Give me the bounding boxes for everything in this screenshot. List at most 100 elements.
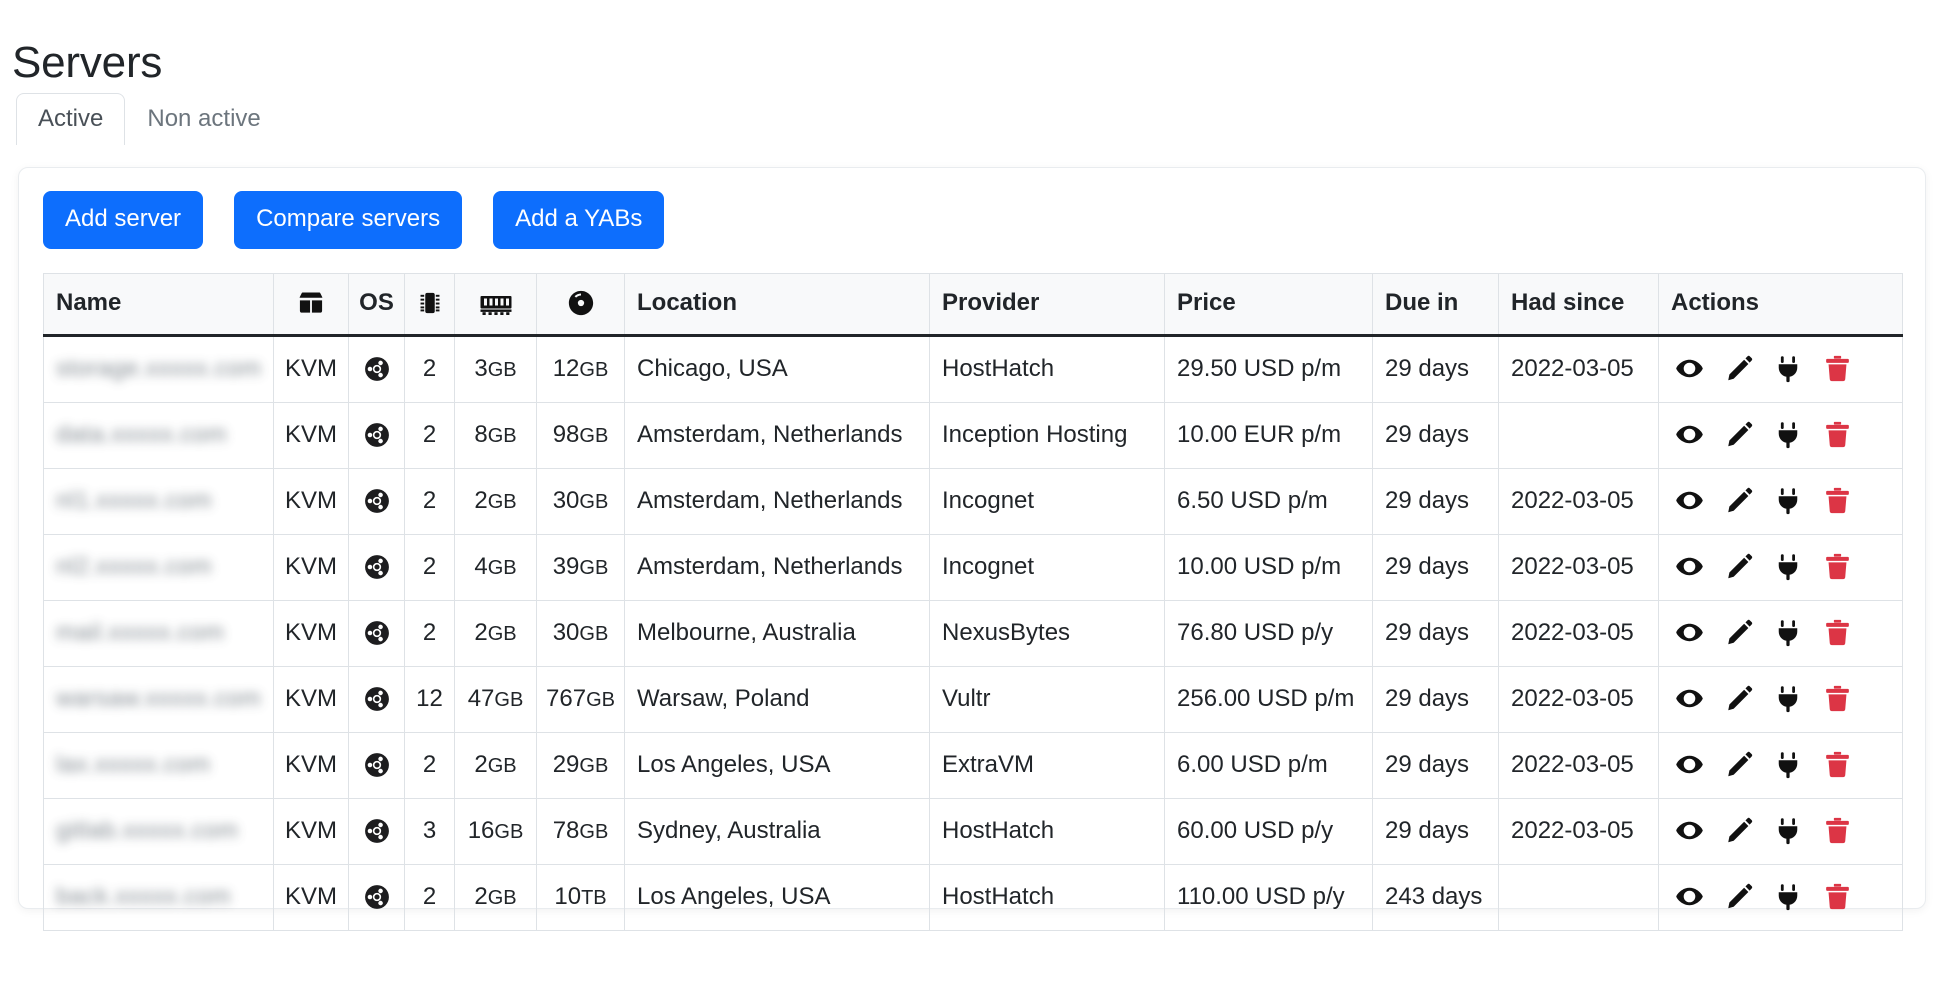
cell-location: Chicago, USA bbox=[624, 335, 930, 403]
column-header-cpu[interactable] bbox=[404, 273, 455, 337]
trash-icon[interactable] bbox=[1823, 882, 1852, 911]
column-header-ram[interactable] bbox=[454, 273, 537, 337]
eye-icon[interactable] bbox=[1675, 420, 1704, 449]
pencil-icon[interactable] bbox=[1726, 817, 1753, 844]
cell-os bbox=[348, 732, 405, 799]
column-header-had-since[interactable]: Had since bbox=[1498, 273, 1659, 337]
power-plug-icon[interactable] bbox=[1775, 355, 1801, 383]
eye-icon[interactable] bbox=[1675, 618, 1704, 647]
eye-icon[interactable] bbox=[1675, 816, 1704, 845]
cell-os bbox=[348, 468, 405, 535]
cpu-value: 2 bbox=[422, 750, 437, 778]
toolbar: Add server Compare servers Add a YABs bbox=[43, 191, 665, 249]
trash-icon[interactable] bbox=[1823, 354, 1852, 383]
disk-value: 98 bbox=[552, 420, 580, 448]
power-plug-icon[interactable] bbox=[1775, 883, 1801, 911]
column-header-name[interactable]: Name bbox=[43, 273, 274, 337]
column-header-os[interactable]: OS bbox=[348, 273, 405, 337]
trash-icon[interactable] bbox=[1823, 684, 1852, 713]
power-plug-icon[interactable] bbox=[1775, 553, 1801, 581]
tab-non-active[interactable]: Non active bbox=[125, 93, 282, 145]
provider-value: Inception Hosting bbox=[942, 420, 1128, 448]
power-plug-icon[interactable] bbox=[1775, 421, 1801, 449]
cell-price: 256.00 USD p/m bbox=[1164, 666, 1373, 733]
power-plug-icon[interactable] bbox=[1775, 685, 1801, 713]
power-plug-icon[interactable] bbox=[1775, 817, 1801, 845]
pencil-icon[interactable] bbox=[1726, 421, 1753, 448]
column-header-due-in-label: Due in bbox=[1385, 289, 1459, 316]
cpu-value: 2 bbox=[422, 552, 437, 580]
column-header-provider[interactable]: Provider bbox=[929, 273, 1165, 337]
tab-active[interactable]: Active bbox=[16, 93, 126, 145]
cell-cpu: 2 bbox=[404, 468, 455, 535]
cell-disk: 29GB bbox=[536, 732, 625, 799]
location-value: Chicago, USA bbox=[637, 354, 788, 382]
add-server-button[interactable]: Add server bbox=[43, 191, 204, 249]
due-in-value: 243 days bbox=[1385, 882, 1483, 910]
pencil-icon[interactable] bbox=[1726, 619, 1753, 646]
eye-icon[interactable] bbox=[1675, 354, 1704, 383]
eye-icon[interactable] bbox=[1675, 552, 1704, 581]
had-since-value: 2022-03-05 bbox=[1511, 486, 1634, 514]
tab-non-active-label: Non active bbox=[147, 105, 261, 132]
eye-icon[interactable] bbox=[1675, 684, 1704, 713]
power-plug-icon[interactable] bbox=[1775, 619, 1801, 647]
cell-actions bbox=[1658, 732, 1903, 799]
power-plug-icon[interactable] bbox=[1775, 487, 1801, 515]
column-header-location[interactable]: Location bbox=[624, 273, 930, 337]
eye-icon[interactable] bbox=[1675, 486, 1704, 515]
power-plug-icon[interactable] bbox=[1775, 751, 1801, 779]
cell-name: nl1.xxxxx.com bbox=[43, 468, 274, 535]
location-value: Los Angeles, USA bbox=[637, 882, 831, 910]
cell-due-in: 29 days bbox=[1372, 534, 1499, 601]
eye-icon[interactable] bbox=[1675, 882, 1704, 911]
had-since-value: 2022-03-05 bbox=[1511, 552, 1634, 580]
pencil-icon[interactable] bbox=[1726, 355, 1753, 382]
had-since-value: 2022-03-05 bbox=[1511, 816, 1634, 844]
cell-ram: 8GB bbox=[454, 402, 537, 469]
pencil-icon[interactable] bbox=[1726, 883, 1753, 910]
column-header-price[interactable]: Price bbox=[1164, 273, 1373, 337]
pencil-icon[interactable] bbox=[1726, 685, 1753, 712]
disk-value: 29 bbox=[552, 750, 580, 778]
pencil-icon[interactable] bbox=[1726, 487, 1753, 514]
column-header-due-in[interactable]: Due in bbox=[1372, 273, 1499, 337]
trash-icon[interactable] bbox=[1823, 486, 1852, 515]
pencil-icon[interactable] bbox=[1726, 553, 1753, 580]
cell-provider: HostHatch bbox=[929, 798, 1165, 865]
memory-icon bbox=[479, 291, 513, 317]
cell-had-since: 2022-03-05 bbox=[1498, 798, 1659, 865]
trash-icon[interactable] bbox=[1823, 552, 1852, 581]
cell-os bbox=[348, 335, 405, 403]
trash-icon[interactable] bbox=[1823, 816, 1852, 845]
compare-servers-button[interactable]: Compare servers bbox=[234, 191, 463, 249]
cell-ram: 3GB bbox=[454, 335, 537, 403]
cell-cpu: 2 bbox=[404, 864, 455, 931]
add-yabs-button[interactable]: Add a YABs bbox=[493, 191, 665, 249]
cell-disk: 12GB bbox=[536, 335, 625, 403]
trash-icon[interactable] bbox=[1823, 750, 1852, 779]
server-name-redacted: gitlab.xxxxx.com bbox=[56, 816, 239, 844]
cell-provider: Vultr bbox=[929, 666, 1165, 733]
column-header-os-label: OS bbox=[359, 289, 394, 316]
cell-had-since: 2022-03-05 bbox=[1498, 534, 1659, 601]
row-actions bbox=[1669, 816, 1890, 845]
cell-actions bbox=[1658, 864, 1903, 931]
servers-page: Servers Active Non active Add server Com… bbox=[0, 0, 1944, 981]
eye-icon[interactable] bbox=[1675, 750, 1704, 779]
price-value: 6.50 USD p/m bbox=[1177, 486, 1328, 514]
ram-value: 16 bbox=[467, 816, 495, 844]
cell-cpu: 2 bbox=[404, 335, 455, 403]
pencil-icon[interactable] bbox=[1726, 751, 1753, 778]
trash-icon[interactable] bbox=[1823, 618, 1852, 647]
cell-virtualization: KVM bbox=[273, 534, 349, 601]
cell-disk: 39GB bbox=[536, 534, 625, 601]
cell-had-since: 2022-03-05 bbox=[1498, 468, 1659, 535]
column-header-disk[interactable] bbox=[536, 273, 625, 337]
trash-icon[interactable] bbox=[1823, 420, 1852, 449]
column-header-virtualization[interactable] bbox=[273, 273, 349, 337]
cell-name: lax.xxxxx.com bbox=[43, 732, 274, 799]
due-in-value: 29 days bbox=[1385, 618, 1470, 646]
row-actions bbox=[1669, 882, 1890, 911]
virtualization-value: KVM bbox=[284, 618, 337, 646]
